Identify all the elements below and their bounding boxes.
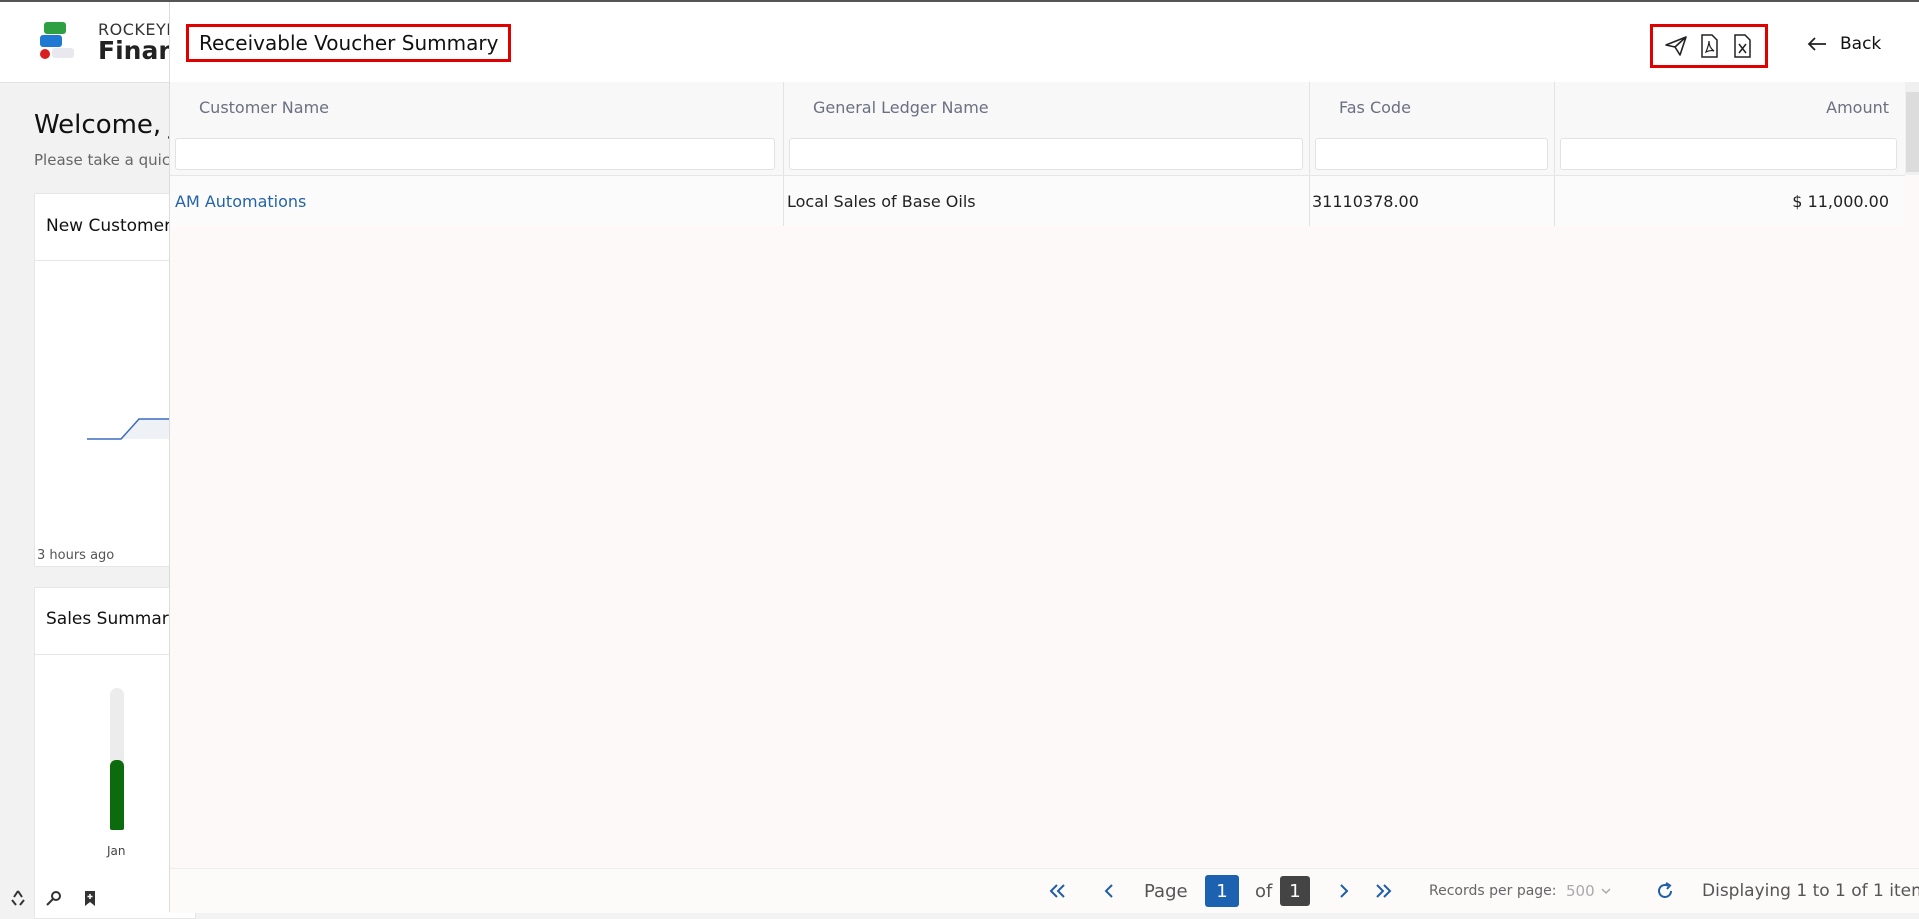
pager-bar: Page 1 of 1 Records per page: 500 Displa… <box>170 868 1919 913</box>
column-general-ledger-name[interactable]: General Ledger Name <box>784 82 1310 175</box>
bar-jan <box>110 760 124 830</box>
export-excel-button[interactable] <box>1728 32 1756 60</box>
cell-amount: $ 11,000.00 <box>1792 191 1889 211</box>
filter-amount[interactable] <box>1560 138 1897 170</box>
total-pages: 1 <box>1280 876 1310 906</box>
send-button[interactable] <box>1662 32 1690 60</box>
records-per-page-label: Records per page: <box>1429 883 1557 899</box>
double-chevron-left-icon <box>1049 884 1065 898</box>
excel-icon <box>1734 34 1752 58</box>
filter-fas-code[interactable] <box>1315 138 1548 170</box>
send-icon <box>1664 36 1687 56</box>
panel-header: Receivable Voucher Summary Back <box>170 2 1919 82</box>
column-label: General Ledger Name <box>813 98 989 117</box>
export-actions <box>1650 24 1768 68</box>
column-fas-code[interactable]: Fas Code <box>1310 82 1555 175</box>
filter-general-ledger-name[interactable] <box>789 138 1303 170</box>
bottom-toolbar <box>8 889 100 907</box>
card-title: Sales Summary <box>46 609 179 629</box>
double-chevron-right-icon <box>1376 884 1392 898</box>
column-label: Customer Name <box>199 98 330 117</box>
grid-header: Customer Name General Ledger Name Fas Co… <box>170 82 1905 176</box>
next-page-button[interactable] <box>1338 869 1350 913</box>
records-per-page-value: 500 <box>1566 882 1595 900</box>
first-page-button[interactable] <box>1048 869 1066 913</box>
top-border <box>0 0 1919 2</box>
of-label: of <box>1255 880 1273 902</box>
bar-label: Jan <box>107 844 126 858</box>
refresh-button[interactable] <box>1655 869 1675 913</box>
filter-customer-name[interactable] <box>175 138 775 170</box>
arrow-left-icon <box>1807 37 1826 51</box>
display-summary: Displaying 1 to 1 of 1 items. <box>1702 881 1919 901</box>
current-page[interactable]: 1 <box>1205 875 1239 907</box>
column-label: Amount <box>1826 98 1889 117</box>
records-per-page-select[interactable]: 500 <box>1566 869 1611 913</box>
chevron-left-icon <box>1104 884 1113 898</box>
card-title: New Customers <box>46 216 180 236</box>
last-page-button[interactable] <box>1375 869 1393 913</box>
table-row[interactable]: AM Automations Local Sales of Base Oils … <box>170 176 1905 226</box>
previous-page-button[interactable] <box>1103 869 1115 913</box>
chevron-right-icon <box>1340 884 1349 898</box>
panel-title: Receivable Voucher Summary <box>186 24 512 62</box>
column-amount[interactable]: Amount <box>1555 82 1905 175</box>
settings-icon[interactable] <box>44 889 64 907</box>
column-customer-name[interactable]: Customer Name <box>170 82 784 175</box>
current-page-wrap: 1 <box>1205 869 1239 913</box>
welcome-subtext: Please take a quick <box>34 151 179 169</box>
cell-customer-name[interactable]: AM Automations <box>175 176 784 226</box>
export-pdf-button[interactable] <box>1695 32 1723 60</box>
column-label: Fas Code <box>1339 98 1411 117</box>
total-pages-wrap: 1 <box>1280 869 1310 913</box>
chevron-down-icon <box>1601 888 1611 895</box>
brand-logo-icon <box>40 22 74 59</box>
refresh-icon <box>1658 882 1672 898</box>
back-label: Back <box>1840 34 1882 54</box>
back-button[interactable]: Back <box>1806 30 1881 58</box>
recycle-icon[interactable] <box>8 889 28 907</box>
cell-fas-code: 31110378.00 <box>1312 176 1555 226</box>
cell-general-ledger-name: Local Sales of Base Oils <box>787 176 1310 226</box>
bookmark-icon[interactable] <box>80 889 100 907</box>
scrollbar-thumb[interactable] <box>1906 92 1919 172</box>
pdf-icon <box>1701 34 1718 58</box>
receivable-voucher-panel: Receivable Voucher Summary Back Customer… <box>169 2 1919 913</box>
card-timestamp: 3 hours ago <box>37 548 115 563</box>
page-label: Page <box>1144 880 1188 902</box>
